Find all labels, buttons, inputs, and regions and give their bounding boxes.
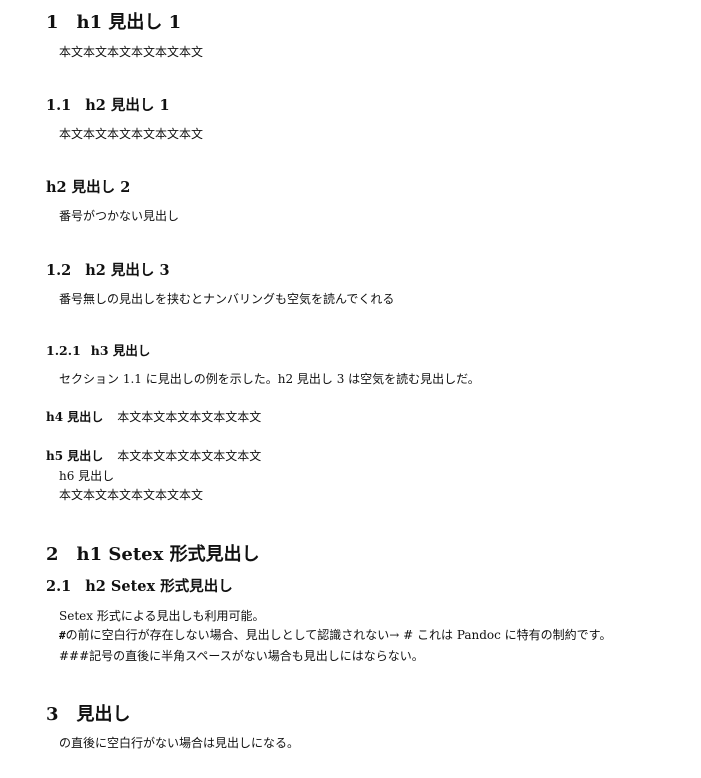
section-number: 3 — [46, 704, 59, 725]
paragraph-h4: h4 見出し 本文本文本文本文本文本文 — [46, 408, 261, 425]
section-number: 2.1 — [46, 578, 72, 595]
paragraph-line: Setex 形式による見出しも利用可能。 — [59, 609, 265, 623]
section-heading-1: 1 h1 見出し 1 — [46, 8, 181, 34]
paragraph: の直後に空白行がない場合は見出しになる。 — [59, 736, 300, 750]
paragraph-line: ###記号の直後に半角スペースがない場合も見出しにはならない。 — [59, 649, 424, 663]
paragraph: セクション 1.1 に見出しの例を示した。h2 見出し 3 は空気を読む見出しだ… — [59, 372, 480, 386]
document-page: 1 h1 見出し 1 本文本文本文本文本文本文 1.1 h2 見出し 1 本文本文本… — [0, 0, 701, 778]
hash-symbol: # — [59, 629, 66, 642]
unnumbered-heading: h2 見出し 2 — [46, 179, 131, 196]
run-in-heading: h4 見出し — [46, 410, 104, 424]
h6-heading: h6 見出し — [59, 469, 115, 483]
paragraph: 番号がつかない見出し — [59, 209, 180, 223]
line-text: の前に空白行が存在しない場合、見出しとして認識されない→ # これは Pando… — [65, 628, 612, 642]
section-number: 2 — [46, 544, 59, 565]
run-in-heading: h5 見出し — [46, 449, 104, 463]
section-number: 1 — [46, 12, 59, 33]
section-heading-2: 2 h1 Setex 形式見出し — [46, 540, 260, 566]
section-title: 見出し — [76, 704, 131, 725]
paragraph: 本文本文本文本文本文本文 — [59, 488, 204, 502]
subsection-heading-1-1: 1.1 h2 見出し 1 — [46, 94, 170, 115]
run-in-body: 本文本文本文本文本文本文 — [117, 410, 262, 424]
subsubsection-heading-1-2-1: 1.2.1 h3 見出し — [46, 340, 150, 359]
paragraph-h5: h5 見出し 本文本文本文本文本文本文 — [46, 447, 261, 464]
section-title: h2 見出し 1 — [85, 97, 170, 114]
section-number: 1.2 — [46, 262, 72, 279]
section-title: h3 見出し — [90, 343, 151, 358]
subsection-heading-2-1: 2.1 h2 Setex 形式見出し — [46, 575, 233, 596]
paragraph: 本文本文本文本文本文本文 — [59, 45, 204, 59]
section-heading-3: 3 見出し — [46, 700, 131, 726]
paragraph: 番号無しの見出しを挟むとナンバリングも空気を読んでくれる — [59, 292, 395, 306]
paragraph-line: #の前に空白行が存在しない場合、見出しとして認識されない→ # これは Pand… — [59, 626, 611, 643]
subsection-heading-1-2: 1.2 h2 見出し 3 — [46, 259, 170, 280]
section-title: h1 見出し 1 — [76, 12, 182, 33]
section-title: h2 Setex 形式見出し — [85, 578, 233, 595]
section-title: h2 見出し 3 — [85, 262, 170, 279]
section-title: h1 Setex 形式見出し — [76, 544, 260, 565]
section-number: 1.2.1 — [46, 343, 81, 358]
run-in-body: 本文本文本文本文本文本文 — [117, 449, 262, 463]
paragraph: 本文本文本文本文本文本文 — [59, 127, 204, 141]
section-number: 1.1 — [46, 97, 72, 114]
